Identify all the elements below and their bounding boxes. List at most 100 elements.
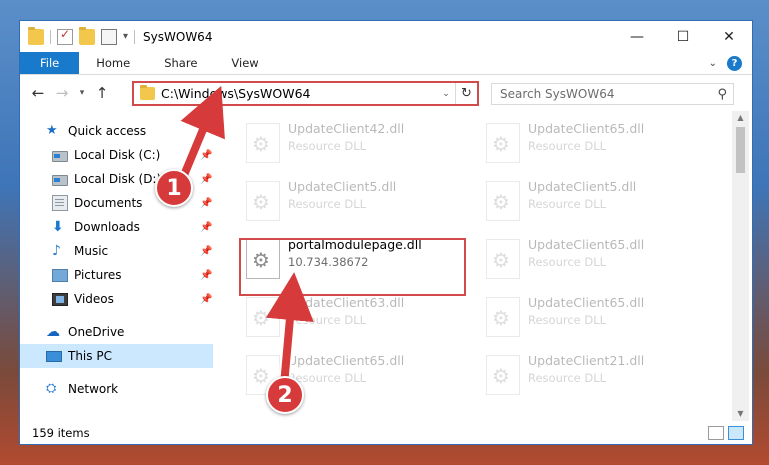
file-name: UpdateClient65.dll: [528, 121, 645, 136]
tab-share[interactable]: Share: [147, 52, 214, 74]
sidebar-item-onedrive[interactable]: ☁ OneDrive: [20, 320, 213, 344]
tab-view[interactable]: View: [214, 52, 275, 74]
toolbar-divider: [50, 29, 51, 44]
sidebar-item-this-pc[interactable]: This PC: [20, 344, 213, 368]
help-icon[interactable]: ?: [727, 55, 742, 71]
callout-step-1: 1: [155, 169, 193, 207]
star-icon: ★: [46, 123, 58, 138]
dll-file-icon: [246, 181, 280, 221]
this-pc-icon: [46, 351, 62, 362]
file-name: UpdateClient42.dll: [288, 121, 405, 136]
toolbar-divider: [134, 29, 136, 44]
sidebar-item-label: Downloads: [74, 220, 140, 234]
refresh-button[interactable]: ↻: [455, 83, 477, 104]
sidebar-item-local-disk-c[interactable]: Local Disk (C:) 📌: [20, 143, 213, 167]
file-description: Resource DLL: [528, 313, 607, 327]
search-icon[interactable]: ⚲: [717, 87, 727, 102]
title-bar: ▾ SysWOW64 — ☐ ✕: [20, 21, 752, 52]
file-explorer-window: ▾ SysWOW64 — ☐ ✕ File Home Share View ⌄ …: [19, 20, 753, 445]
file-tile[interactable]: UpdateClient5.dll Resource DLL: [240, 175, 470, 227]
highlight-box-selected-file: [239, 238, 466, 296]
pin-icon[interactable]: 📌: [200, 294, 212, 305]
sidebar-item-pictures[interactable]: Pictures 📌: [20, 263, 213, 287]
pin-icon[interactable]: 📌: [200, 174, 212, 185]
file-tile[interactable]: UpdateClient63.dll Resource DLL: [240, 291, 470, 343]
sidebar-item-label: Local Disk (C:): [74, 148, 161, 162]
file-tile[interactable]: UpdateClient65.dll Resource DLL: [480, 117, 710, 169]
pictures-icon: [52, 268, 68, 282]
tab-home[interactable]: Home: [79, 52, 147, 74]
quick-access-toolbar: ▾: [20, 21, 136, 52]
sidebar-item-label: Videos: [74, 292, 114, 306]
file-tile[interactable]: UpdateClient42.dll Resource DLL: [240, 117, 470, 169]
back-button[interactable]: ←: [26, 84, 50, 102]
dll-file-icon: [486, 239, 520, 279]
file-description: Resource DLL: [528, 255, 607, 269]
expand-ribbon-chevron-icon[interactable]: ⌄: [709, 58, 717, 69]
file-name: UpdateClient5.dll: [528, 179, 637, 194]
dll-file-icon: [486, 297, 520, 337]
details-view-icon[interactable]: [708, 426, 724, 440]
item-count: 159 items: [32, 426, 90, 440]
forward-button[interactable]: →: [50, 84, 74, 102]
sidebar-item-downloads[interactable]: ⬇ Downloads 📌: [20, 215, 213, 239]
onedrive-icon: ☁: [46, 324, 60, 340]
maximize-button[interactable]: ☐: [660, 21, 706, 52]
search-box[interactable]: Search SysWOW64 ⚲: [491, 83, 734, 105]
file-description: Resource DLL: [528, 139, 607, 153]
tab-file[interactable]: File: [20, 52, 80, 74]
scroll-thumb[interactable]: [736, 127, 745, 173]
music-icon: ♪: [52, 243, 61, 259]
sidebar-item-network[interactable]: ⛭ Network: [20, 377, 213, 401]
address-bar[interactable]: C:\Windows\SysWOW64 ⌄ ↻: [132, 81, 479, 106]
file-tile[interactable]: UpdateClient5.dll Resource DLL: [480, 175, 710, 227]
file-tile[interactable]: UpdateClient65.dll Resource DLL: [480, 233, 710, 285]
dll-file-icon: [486, 181, 520, 221]
file-tile[interactable]: UpdateClient21.dll Resource DLL: [480, 349, 710, 401]
dll-file-icon: [246, 297, 280, 337]
address-dropdown-chevron-icon[interactable]: ⌄: [437, 89, 455, 99]
sidebar-item-quick-access[interactable]: ★ Quick access: [20, 119, 213, 143]
minimize-button[interactable]: —: [614, 21, 660, 52]
ribbon-right-controls: ⌄ ?: [709, 52, 752, 74]
sidebar-item-music[interactable]: ♪ Music 📌: [20, 239, 213, 263]
properties-icon[interactable]: [101, 28, 117, 45]
up-button[interactable]: ↑: [90, 84, 114, 102]
folder-icon: [28, 26, 44, 45]
sidebar-item-videos[interactable]: Videos 📌: [20, 287, 213, 311]
new-folder-icon[interactable]: [79, 26, 95, 45]
properties-check-icon[interactable]: [57, 27, 73, 45]
search-input[interactable]: Search SysWOW64: [500, 87, 614, 101]
local-disk-icon: [52, 150, 68, 162]
file-tile[interactable]: UpdateClient65.dll Resource DLL: [480, 291, 710, 343]
pin-icon[interactable]: 📌: [200, 150, 212, 161]
sidebar-item-label: Quick access: [68, 124, 147, 138]
network-icon: ⛭: [46, 381, 57, 396]
sidebar-item-label: Local Disk (D:): [74, 172, 162, 186]
file-name: UpdateClient21.dll: [528, 353, 645, 368]
pin-icon[interactable]: 📌: [200, 222, 212, 233]
sidebar-item-label: This PC: [68, 349, 112, 363]
documents-icon: [52, 195, 68, 211]
pin-icon[interactable]: 📌: [200, 198, 212, 209]
navigation-pane: ★ Quick access Local Disk (C:) 📌 Local D…: [20, 117, 213, 417]
sidebar-item-label: Pictures: [74, 268, 122, 282]
recent-locations-dropdown[interactable]: ▾: [74, 88, 90, 98]
status-bar: 159 items: [20, 421, 752, 444]
large-icons-view-icon[interactable]: [728, 426, 744, 440]
vertical-scrollbar[interactable]: ▲ ▼: [732, 111, 749, 421]
file-description: Resource DLL: [528, 197, 607, 211]
local-disk-icon: [52, 174, 68, 186]
address-path[interactable]: C:\Windows\SysWOW64: [161, 86, 310, 101]
navigation-bar: ← → ▾ ↑ C:\Windows\SysWOW64 ⌄ ↻ Search S…: [20, 75, 752, 111]
close-button[interactable]: ✕: [706, 21, 752, 52]
file-description: Resource DLL: [288, 197, 367, 211]
pin-icon[interactable]: 📌: [200, 270, 212, 281]
view-switcher: [708, 426, 744, 440]
sidebar-item-label: Documents: [74, 196, 143, 210]
customize-toolbar-dropdown[interactable]: ▾: [123, 31, 128, 42]
window-title: SysWOW64: [143, 29, 213, 44]
scroll-up-arrow-icon[interactable]: ▲: [732, 111, 749, 125]
scroll-down-arrow-icon[interactable]: ▼: [732, 407, 749, 421]
pin-icon[interactable]: 📌: [200, 246, 212, 257]
